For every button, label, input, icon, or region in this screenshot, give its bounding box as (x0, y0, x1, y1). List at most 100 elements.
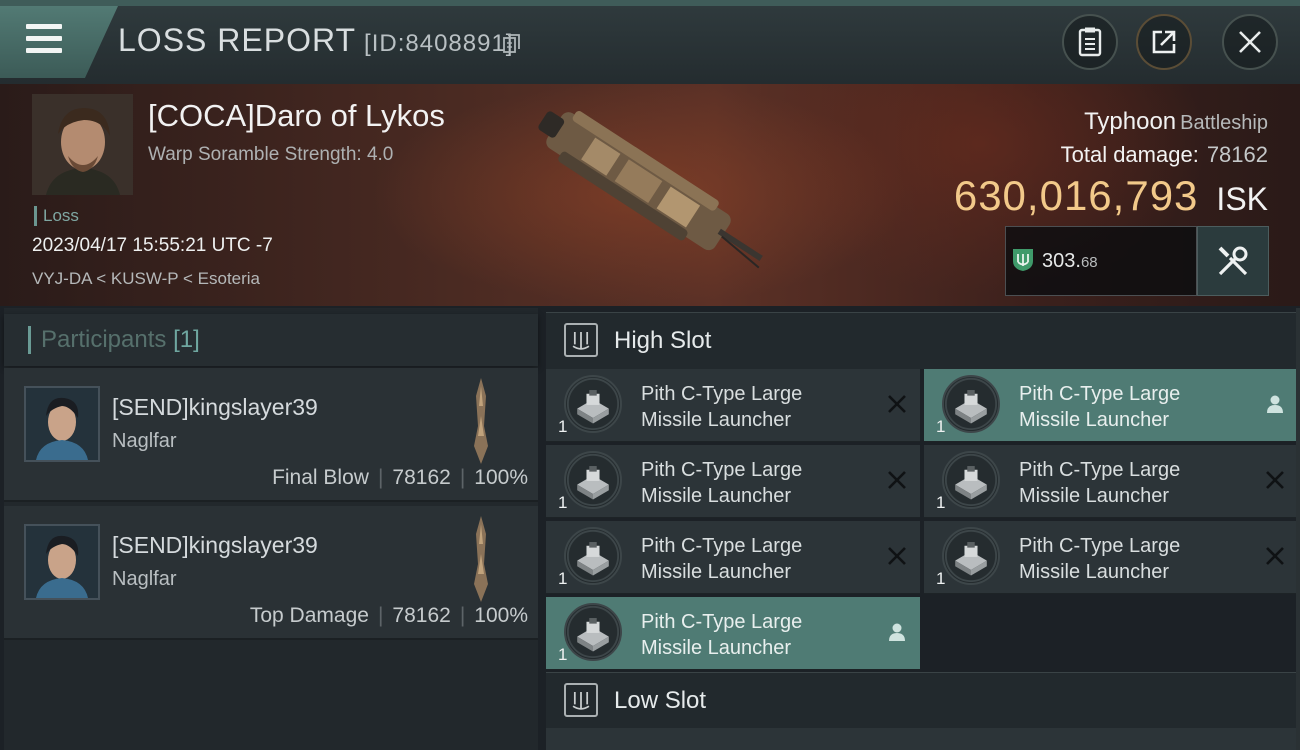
module-name: Pith C-Type Large Missile Launcher (641, 381, 871, 433)
high-slot-header[interactable]: High Slot (546, 312, 1300, 369)
participant-row[interactable]: [SEND]kingslayer39 Naglfar Top Damage | 78… (4, 506, 538, 640)
scrollbar[interactable] (1296, 308, 1300, 750)
ship-class: Battleship (1180, 112, 1268, 134)
copy-id-icon[interactable] (503, 34, 521, 54)
ship-name[interactable]: Typhoon Battleship (1084, 108, 1268, 136)
module-quantity: 1 (558, 493, 568, 512)
participant-role: Final Blow (272, 466, 369, 489)
module-quantity: 1 (558, 645, 568, 664)
module-card[interactable]: 1 Pith C-Type Large Missile Launcher (546, 445, 920, 518)
destroyed-x-icon (1266, 547, 1284, 565)
kill-points-whole: 303. (1042, 250, 1081, 272)
module-name-line2: Missile Launcher (641, 485, 792, 507)
participants-title-text: Participants (41, 326, 167, 353)
loss-location[interactable]: VYJ-DA < KUSW-P < Esoteria (32, 269, 260, 289)
kill-points-decimal: 68 (1080, 254, 1098, 271)
notes-button[interactable] (1062, 14, 1118, 70)
loss-datetime: 2023/04/17 15:55:21 UTC -7 (32, 235, 273, 256)
victim-detail: Warp Soramble Strength: 4.0 (148, 144, 394, 165)
participant-portrait[interactable] (24, 524, 100, 600)
participant-percent: 100% (474, 604, 528, 627)
participants-title[interactable]: Participants [1] (28, 326, 200, 354)
pilot-portrait-icon (26, 526, 98, 598)
isk-value-line: 630,016,793 ISK (954, 172, 1268, 220)
missile-launcher-icon (564, 451, 622, 509)
missile-launcher-icon (942, 527, 1000, 585)
participant-ship: Naglfar (112, 430, 177, 452)
victim-name[interactable]: [COCA]Daro of Lykos (148, 98, 445, 134)
share-export-icon (1152, 30, 1176, 54)
missile-launcher-icon (942, 451, 1000, 509)
missile-launcher-icon (564, 603, 622, 661)
high-slot-label: High Slot (614, 327, 712, 354)
report-id: [ID:8408891] (364, 30, 514, 57)
low-slot-header[interactable]: Low Slot (546, 672, 1300, 729)
module-quantity: 1 (936, 417, 946, 436)
page-title: LOSS REPORT [ID:8408891] (118, 22, 513, 59)
participant-name: [SEND]kingslayer39 (112, 394, 318, 420)
destroyed-x-icon (888, 395, 906, 413)
module-card[interactable]: 1 Pith C-Type Large Missile Launcher (546, 521, 920, 594)
module-card[interactable]: 1 Pith C-Type Large Missile Launcher (546, 597, 920, 670)
participant-ship-icon[interactable] (466, 514, 496, 604)
ship-render-image (538, 111, 763, 269)
low-slot-label: Low Slot (614, 687, 707, 714)
module-card[interactable]: 1 Pith C-Type Large Missile Launcher (546, 369, 920, 442)
low-slot-modules-partial (546, 728, 1300, 750)
fitting-button[interactable] (1197, 226, 1269, 296)
module-name-line1: Pith C-Type Large (1019, 535, 1181, 557)
participant-portrait[interactable] (24, 386, 100, 462)
module-card[interactable]: 1 Pith C-Type Large Missile Launcher (924, 369, 1298, 442)
close-icon (1239, 31, 1261, 53)
missile-launcher-icon (564, 527, 622, 585)
destroyed-x-icon (1266, 471, 1284, 489)
loss-tag: Loss (34, 206, 79, 226)
missile-launcher-icon (942, 375, 1000, 433)
destroyed-x-icon (888, 471, 906, 489)
low-slot-icon (564, 683, 598, 717)
module-name-line1: Pith C-Type Large (641, 459, 803, 481)
module-quantity: 1 (936, 493, 946, 512)
high-slot-icon (564, 323, 598, 357)
module-name: Pith C-Type Large Missile Launcher (641, 609, 871, 661)
module-quantity: 1 (936, 569, 946, 588)
dropped-person-icon (889, 623, 905, 641)
module-name-line1: Pith C-Type Large (641, 383, 803, 405)
module-name-line1: Pith C-Type Large (641, 535, 803, 557)
module-name: Pith C-Type Large Missile Launcher (641, 457, 871, 509)
module-name-line2: Missile Launcher (1019, 409, 1170, 431)
module-name-line1: Pith C-Type Large (1019, 383, 1181, 405)
victim-portrait[interactable] (32, 94, 133, 195)
pilot-portrait-icon (26, 388, 98, 460)
participant-damage: 78162 (392, 466, 451, 489)
missile-launcher-icon (564, 375, 622, 433)
participant-ship-icon[interactable] (466, 376, 496, 466)
hamburger-menu-icon[interactable] (26, 24, 62, 54)
page-title-text: LOSS REPORT (118, 22, 357, 58)
module-name-line2: Missile Launcher (641, 409, 792, 431)
participants-count: [1] (173, 326, 200, 353)
total-damage-label: Total damage: (1060, 142, 1199, 167)
module-name-line2: Missile Launcher (1019, 561, 1170, 583)
pilot-portrait-icon (32, 94, 133, 195)
ship-name-text: Typhoon (1084, 108, 1177, 135)
tools-wrench-icon (1218, 246, 1248, 276)
module-name-line2: Missile Launcher (1019, 485, 1170, 507)
participant-row[interactable]: [SEND]kingslayer39 Naglfar Final Blow | 78… (4, 368, 538, 502)
module-card[interactable]: 1 Pith C-Type Large Missile Launcher (924, 445, 1298, 518)
share-button[interactable] (1136, 14, 1192, 70)
total-damage: Total damage: 78162 (1061, 142, 1268, 168)
module-name: Pith C-Type Large Missile Launcher (1019, 457, 1249, 509)
dropped-person-icon (1267, 395, 1283, 413)
module-name-line1: Pith C-Type Large (641, 611, 803, 633)
module-name: Pith C-Type Large Missile Launcher (641, 533, 871, 585)
module-name: Pith C-Type Large Missile Launcher (1019, 533, 1249, 585)
close-button[interactable] (1222, 14, 1278, 70)
kill-points-value: 303.68 (1042, 250, 1098, 273)
module-quantity: 1 (558, 569, 568, 588)
destroyed-x-icon (888, 547, 906, 565)
module-card[interactable]: 1 Pith C-Type Large Missile Launcher (924, 521, 1298, 594)
shield-points-icon (1013, 249, 1033, 271)
participant-stats: Top Damage | 78162 | 100% (249, 604, 528, 627)
participant-stats: Final Blow | 78162 | 100% (272, 466, 528, 489)
